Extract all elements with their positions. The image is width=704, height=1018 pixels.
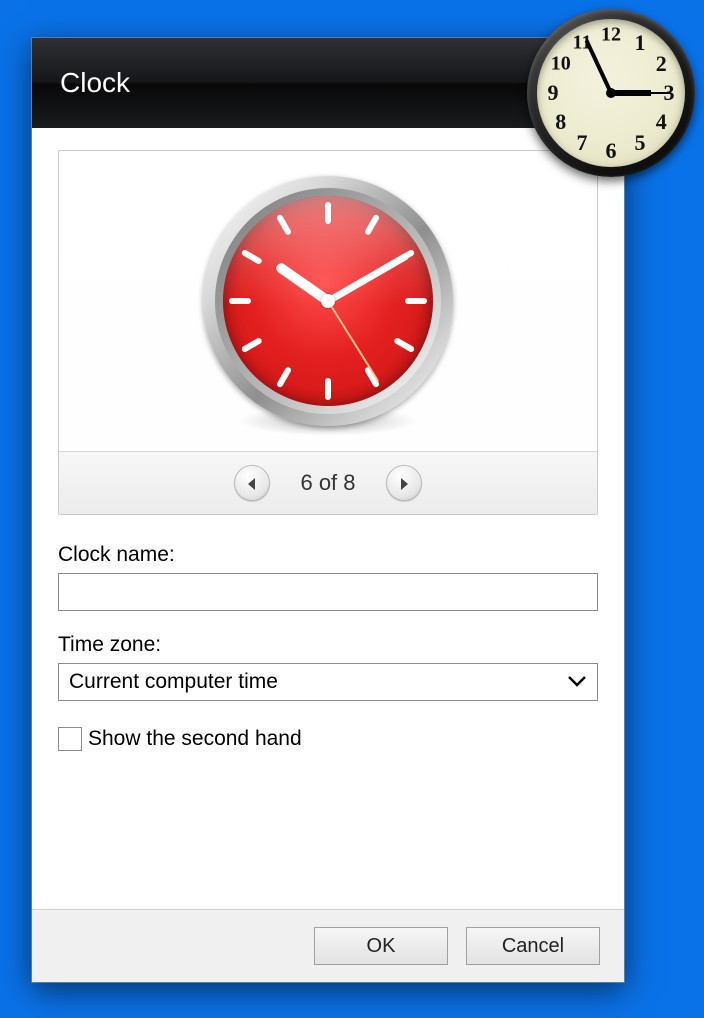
prev-style-button[interactable]: [234, 465, 270, 501]
preview-hub: [321, 294, 335, 308]
preview-tick: [325, 202, 331, 224]
form-area: Clock name: Time zone: Current computer …: [58, 543, 598, 751]
chevron-right-icon: [399, 470, 409, 496]
clock-preview: [203, 176, 453, 426]
preview-tick: [325, 378, 331, 400]
timezone-label: Time zone:: [58, 633, 598, 657]
clock-settings-dialog: Clock 6 of: [31, 37, 625, 983]
ok-button[interactable]: OK: [314, 927, 448, 965]
gadget-numeral: 12: [601, 24, 621, 47]
preview-tick: [229, 298, 251, 304]
second-hand-checkbox[interactable]: [58, 727, 82, 751]
preview-tick: [405, 298, 427, 304]
gadget-numeral: 10: [551, 53, 571, 76]
chevron-left-icon: [247, 470, 257, 496]
clock-name-input[interactable]: [58, 573, 598, 611]
pager-label: 6 of 8: [300, 470, 355, 496]
gadget-numeral: 7: [577, 130, 588, 156]
chevron-down-icon: [567, 670, 587, 694]
gadget-numeral: 2: [656, 51, 667, 77]
clock-preview-panel: 6 of 8: [58, 150, 598, 515]
dialog-client-area: 6 of 8 Clock name: Time zone: Current co…: [32, 128, 624, 909]
gadget-numeral: 8: [555, 109, 566, 135]
next-style-button[interactable]: [386, 465, 422, 501]
gadget-second-hand: [611, 92, 671, 94]
button-bar: OK Cancel: [32, 909, 624, 982]
gadget-numeral: 6: [606, 138, 617, 164]
dialog-title: Clock: [60, 67, 130, 99]
gadget-numeral: 9: [548, 80, 559, 106]
gadget-numeral: 4: [656, 109, 667, 135]
second-hand-row: Show the second hand: [58, 727, 598, 751]
timezone-select[interactable]: Current computer time: [58, 663, 598, 701]
gadget-numeral: 1: [635, 30, 646, 56]
clock-name-label: Clock name:: [58, 543, 598, 567]
gadget-numeral: 5: [635, 130, 646, 156]
clock-preview-canvas: [59, 151, 597, 451]
preview-pager: 6 of 8: [59, 451, 597, 514]
desktop-clock-gadget[interactable]: 123456789101112: [527, 9, 695, 177]
gadget-hub: [606, 88, 616, 98]
second-hand-label: Show the second hand: [88, 727, 302, 751]
cancel-button[interactable]: Cancel: [466, 927, 600, 965]
timezone-value: Current computer time: [69, 670, 567, 694]
